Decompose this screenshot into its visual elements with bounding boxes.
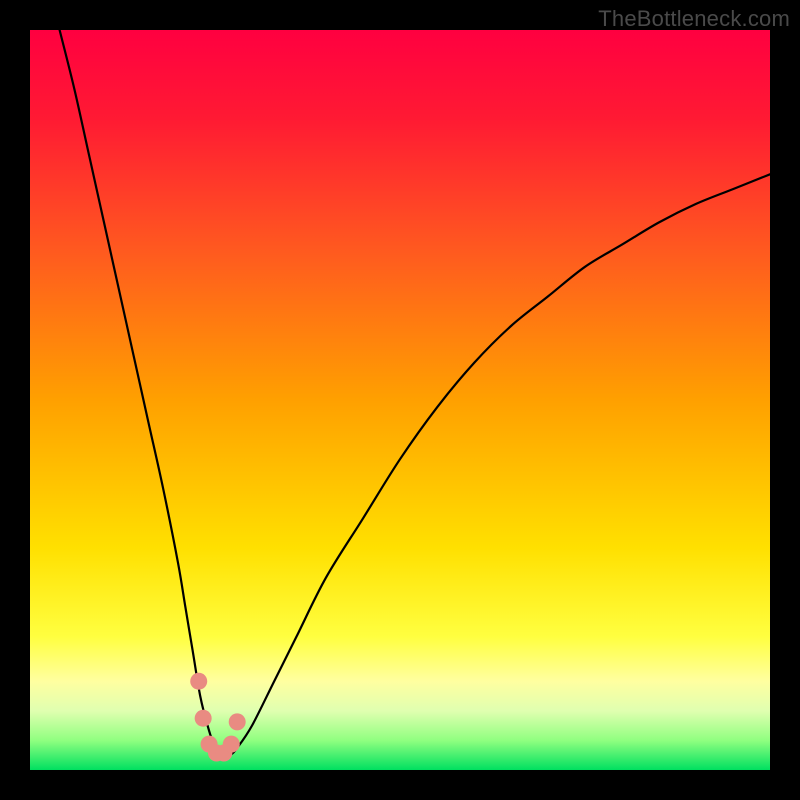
trough-marker	[190, 673, 207, 690]
watermark-text: TheBottleneck.com	[598, 6, 790, 32]
chart-container: TheBottleneck.com	[0, 0, 800, 800]
trough-marker	[223, 736, 240, 753]
bottleneck-plot	[0, 0, 800, 800]
trough-marker	[195, 710, 212, 727]
trough-marker	[229, 713, 246, 730]
plot-background	[30, 30, 770, 770]
